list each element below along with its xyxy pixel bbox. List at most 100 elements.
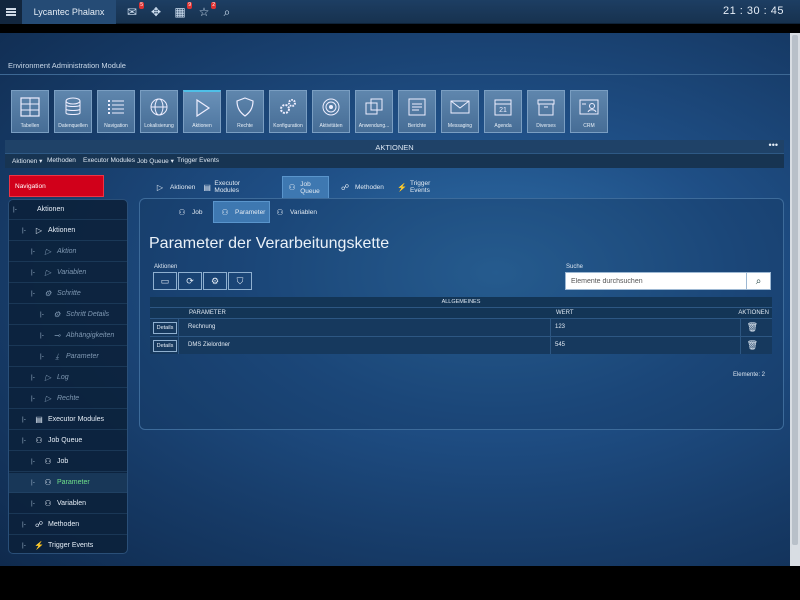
subtab-parameter[interactable]: ⚇ Parameter (213, 201, 271, 223)
tab-trigger-events[interactable]: ⚡ Trigger Events (397, 176, 434, 198)
shield-button[interactable]: ⛉ (228, 272, 252, 290)
tree-connector: |- (22, 437, 26, 444)
app-title[interactable]: Lycantec Phalanx (22, 0, 116, 24)
tree-item[interactable]: |- ☍ Methoden (9, 515, 127, 535)
tree-item[interactable]: |- Aktionen (9, 200, 127, 220)
globe-icon (141, 95, 177, 119)
tree-item[interactable]: |- ▷ Rechte (9, 389, 127, 409)
tree-item[interactable]: |- ⚙ Schritt Details (9, 305, 127, 325)
table-row: Details DMS Zielordner 545 🗑 (150, 336, 772, 354)
tree-item[interactable]: |- ▷ Aktionen (9, 221, 127, 241)
panel-menu-bar: Aktionen ▾ Methoden Executor Modules Job Qu… (5, 154, 784, 168)
tree-connector: |- (22, 227, 26, 234)
tree-item[interactable]: |- ⊸ Abhängigkeiten (9, 326, 127, 346)
module-grid-button[interactable]: Tabellen (11, 90, 49, 133)
mail-icon[interactable]: ✉ 5 (124, 2, 144, 19)
table-group-header: ALLGEMEINES (150, 297, 772, 307)
clock: 21 : 30 : 45 (722, 5, 784, 17)
tree-item[interactable]: |- ▷ Log (9, 368, 127, 388)
search-icon[interactable]: ⌕ (219, 5, 235, 19)
subtab-job[interactable]: ⚇ Job (175, 201, 202, 223)
more-options-icon[interactable]: ••• (769, 140, 778, 150)
module-gears-button[interactable]: Konfiguration (269, 90, 307, 133)
tab-executor-modules[interactable]: ▤ Executor Modules (203, 176, 246, 198)
tab-label: Variablen (290, 208, 317, 216)
menu-item[interactable]: Executor Modules (83, 157, 135, 164)
menu-icon[interactable] (0, 0, 22, 24)
tab-icon: ▤ (203, 182, 211, 192)
actions-label: Aktionen (154, 264, 178, 270)
application-screen: Environment Administration Module Tabell… (0, 33, 800, 566)
details-button[interactable]: Details (153, 340, 177, 352)
monitor-button[interactable]: ▭ (153, 272, 177, 290)
cell-parameter: Rechnung (188, 324, 216, 330)
tree-item[interactable]: |- ▷ Variablen (9, 263, 127, 283)
tree-item-icon: ▷ (44, 394, 52, 403)
tab-label: Aktionen (170, 183, 196, 191)
page-title: Parameter der Verarbeitungskette (149, 235, 390, 252)
column-header-wert[interactable]: WERT (556, 310, 574, 316)
search-input[interactable] (566, 273, 746, 289)
grid-icon (12, 95, 48, 119)
tab-methoden[interactable]: ☍ Methoden (338, 176, 384, 198)
gears-button[interactable]: ⚙ (203, 272, 227, 290)
menu-item[interactable]: Aktionen ▾ (12, 157, 42, 165)
tree-item[interactable]: |- ⚡ Trigger Events (9, 536, 127, 553)
tree-item[interactable]: |- ▷ Aktion (9, 242, 127, 262)
tree-item[interactable]: |- ⚙ Schritte (9, 284, 127, 304)
tree-item-label: Schritt Details (66, 311, 110, 318)
tree-item[interactable]: |- ⚇ Job (9, 452, 127, 472)
module-database-button[interactable]: Datenquellen (54, 90, 92, 133)
column-header-parameter[interactable]: PARAMETER (189, 310, 226, 316)
module-envelope-button[interactable]: Messaging (441, 90, 479, 133)
tree-item[interactable]: |- ▤ Executor Modules (9, 410, 127, 430)
tree-item[interactable]: |- ⚇ Parameter (9, 473, 127, 493)
module-globe-button[interactable]: Lokalisierung (140, 90, 178, 133)
shield-icon (227, 95, 263, 119)
tab-job-queue[interactable]: ⚇ Job Queue (282, 176, 329, 198)
scrollbar-thumb[interactable] (792, 35, 798, 545)
module-box-button[interactable]: Diverses (527, 90, 565, 133)
tree-item-label: Parameter (66, 353, 99, 360)
tree-item[interactable]: |- ⚇ Job Queue (9, 431, 127, 451)
module-contact-card-button[interactable]: CRM (570, 90, 608, 133)
tree-item[interactable]: |- ⚇ Variablen (9, 494, 127, 514)
tree-connector: |- (31, 374, 35, 381)
move-icon[interactable]: ✥ (148, 5, 164, 19)
module-shield-button[interactable]: Rechte (226, 90, 264, 133)
tree-item-icon: ⚇ (44, 499, 52, 508)
module-label: Messaging (447, 123, 473, 129)
parameter-table: ALLGEMEINES PARAMETER WERT AKTIONEN Deta… (150, 297, 772, 354)
tab-label: Methoden (355, 183, 384, 191)
module-label: Anwendung... (358, 123, 390, 129)
panel-header: AKTIONEN ••• (5, 140, 784, 154)
module-windows-button[interactable]: Anwendung... (355, 90, 393, 133)
tree-item[interactable]: |- ⤓ Parameter (9, 347, 127, 367)
star-icon[interactable]: ☆ 2 (196, 2, 216, 19)
trash-icon[interactable]: 🗑 (747, 322, 758, 333)
tree-connector: |- (40, 353, 44, 360)
tree-item-label: Executor Modules (48, 416, 105, 423)
menu-item[interactable]: Job Queue ▾ (137, 157, 174, 165)
menu-item[interactable]: Methoden (47, 157, 76, 164)
module-report-button[interactable]: Berichte (398, 90, 436, 133)
refresh-button[interactable]: ⟳ (178, 272, 202, 290)
details-button[interactable]: Details (153, 322, 177, 334)
module-list-button[interactable]: Navigation (97, 90, 135, 133)
tree-item-label: Abhängigkeiten (66, 332, 115, 339)
tab-label: Parameter (235, 208, 266, 216)
element-count: Elemente: 2 (732, 372, 765, 378)
tab-icon: ⚇ (288, 183, 296, 192)
tab-aktionen[interactable]: ▷ Aktionen (153, 176, 195, 198)
module-calendar-button[interactable]: 21 Agenda (484, 90, 522, 133)
module-play-button[interactable]: Aktionen (183, 90, 221, 133)
shield-icon: ⛉ (236, 275, 244, 286)
module-target-button[interactable]: Aktivitäten (312, 90, 350, 133)
search-button[interactable]: ⌕ (746, 273, 770, 289)
calendar-icon[interactable]: ▦ 9 (172, 2, 192, 19)
trash-icon[interactable]: 🗑 (747, 340, 758, 351)
tree-connector: |- (31, 500, 35, 507)
menu-item[interactable]: Trigger Events (177, 157, 219, 164)
subtab-variablen[interactable]: ⚇ Variablen (273, 201, 317, 223)
vertical-scrollbar[interactable] (790, 33, 800, 566)
